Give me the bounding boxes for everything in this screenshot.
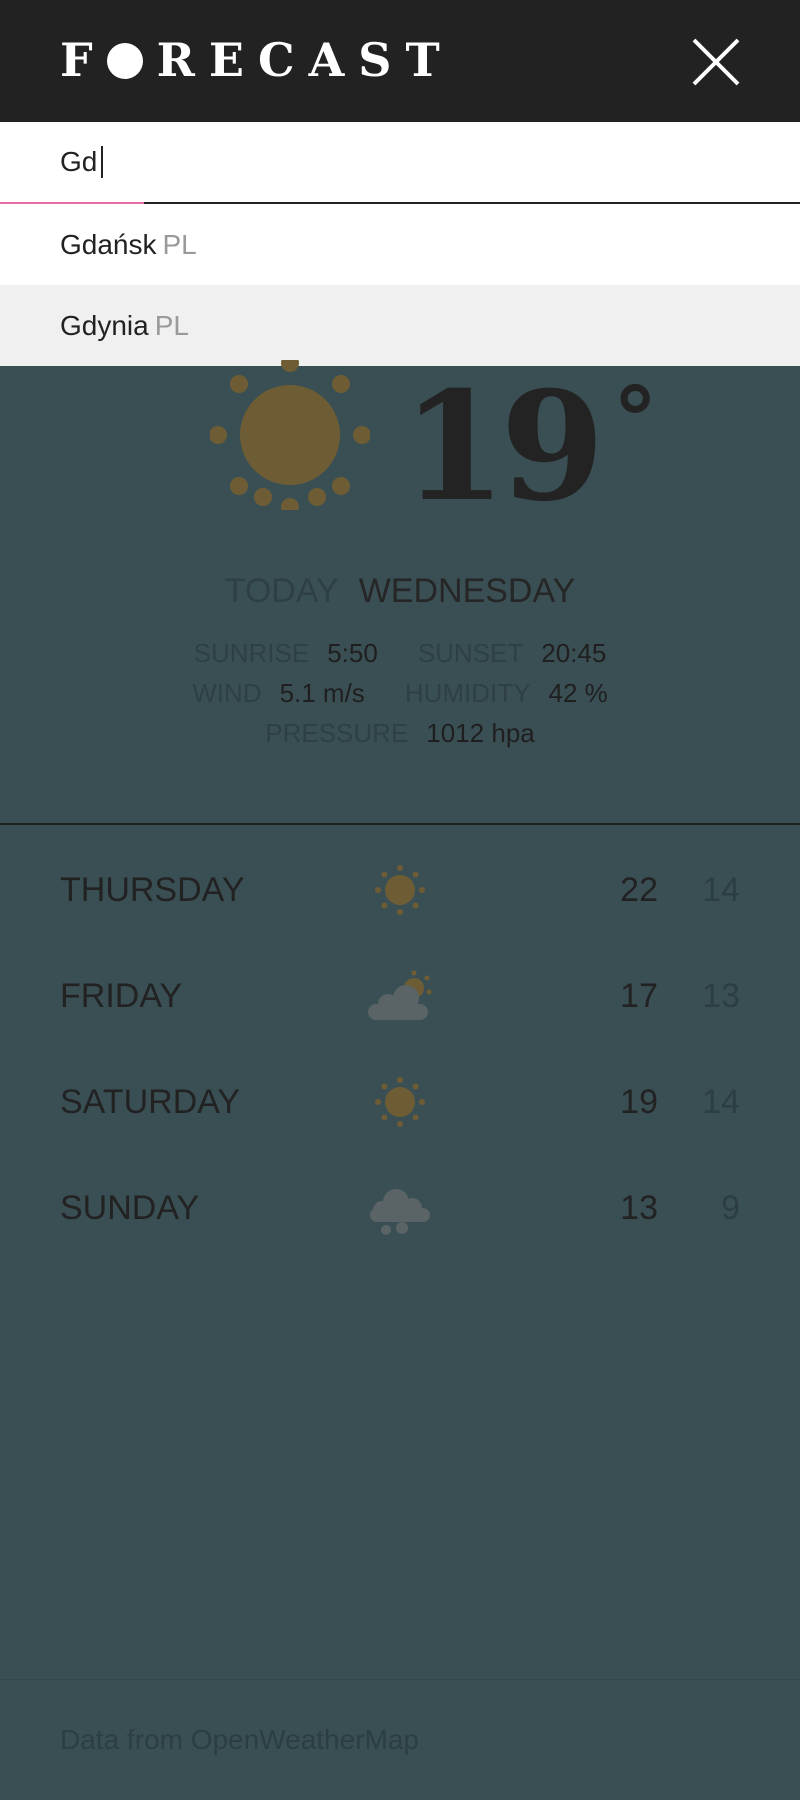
- logo-letter-f: F: [60, 33, 107, 87]
- footer-divider: [0, 1679, 800, 1680]
- suggestion-city: Gdynia: [60, 310, 149, 341]
- sunset-value: 20:45: [541, 638, 607, 668]
- sun-times-row: SUNRISE 5:50 SUNSET 20:45: [0, 633, 800, 673]
- data-source-credit[interactable]: Data from OpenWeatherMap: [60, 1724, 419, 1756]
- suggestion-city: Gdańsk: [60, 229, 157, 260]
- forecast-high: 17: [620, 977, 658, 1015]
- forecast-row: SUNDAY 13 9: [0, 1178, 800, 1238]
- forecast-high: 22: [620, 871, 658, 909]
- pressure-value: 1012 hpa: [426, 718, 535, 748]
- rain-cloud-icon: [366, 1178, 436, 1243]
- forecast-day: THURSDAY: [60, 871, 245, 909]
- forecast-logo[interactable]: F RECAST: [60, 32, 454, 88]
- search-panel: GdańskPL GdyniaPL: [0, 122, 800, 366]
- humidity-value: 42 %: [548, 678, 608, 708]
- current-weather-sun-icon: [209, 354, 371, 516]
- forecast-low: 14: [702, 871, 740, 909]
- wind-humidity-row: WIND 5.1 m/s HUMIDITY 42 %: [0, 673, 800, 713]
- temperature-value: 19: [402, 359, 605, 535]
- forecast-day: FRIDAY: [60, 977, 183, 1015]
- logo-letters: RECAST: [156, 33, 454, 87]
- sunrise-label: SUNRISE: [193, 638, 310, 668]
- degree-symbol: °: [612, 367, 658, 473]
- current-day: WEDNESDAY: [358, 572, 576, 610]
- sun-icon: [366, 1072, 426, 1137]
- humidity-label: HUMIDITY: [404, 678, 531, 708]
- section-divider: [0, 823, 800, 825]
- text-caret: [101, 146, 103, 178]
- search-focus-indicator: [0, 202, 144, 204]
- close-icon: [692, 38, 740, 86]
- forecast-row: FRIDAY 17 13: [0, 966, 800, 1026]
- forecast-day: SUNDAY: [60, 1189, 200, 1227]
- logo-dot-icon: [106, 43, 143, 79]
- forecast-high: 19: [620, 1083, 658, 1121]
- today-label: TODAY: [224, 572, 339, 610]
- pressure-row: PRESSURE 1012 hpa: [0, 713, 800, 753]
- app-header: F RECAST: [0, 0, 800, 122]
- pressure-label: PRESSURE: [265, 718, 409, 748]
- wind-value: 5.1 m/s: [279, 678, 365, 708]
- forecast-row: THURSDAY 22 14: [0, 860, 800, 920]
- current-temperature: 19 °: [402, 335, 658, 532]
- close-search-button[interactable]: [688, 34, 744, 90]
- city-search-input[interactable]: [60, 142, 740, 182]
- suggestion-item-gdynia[interactable]: Gdynia PL: [0, 285, 800, 366]
- suggestion-country: PL: [154, 310, 189, 341]
- sunset-label: SUNSET: [417, 638, 524, 668]
- forecast-row: SATURDAY 19 14: [0, 1072, 800, 1132]
- forecast-day: SATURDAY: [60, 1083, 241, 1121]
- partly-cloudy-icon: [366, 966, 436, 1031]
- forecast-low: 13: [702, 977, 740, 1015]
- current-day-line: TODAY WEDNESDAY: [0, 566, 800, 616]
- forecast-high: 13: [620, 1189, 658, 1227]
- forecast-low: 9: [721, 1189, 740, 1227]
- suggestion-item-gdansk[interactable]: Gdańsk PL: [0, 204, 800, 285]
- sun-icon: [366, 860, 426, 925]
- suggestion-country: PL: [162, 229, 197, 260]
- sunrise-value: 5:50: [327, 638, 378, 668]
- search-box: [0, 122, 800, 204]
- wind-label: WIND: [192, 678, 262, 708]
- forecast-low: 14: [702, 1083, 740, 1121]
